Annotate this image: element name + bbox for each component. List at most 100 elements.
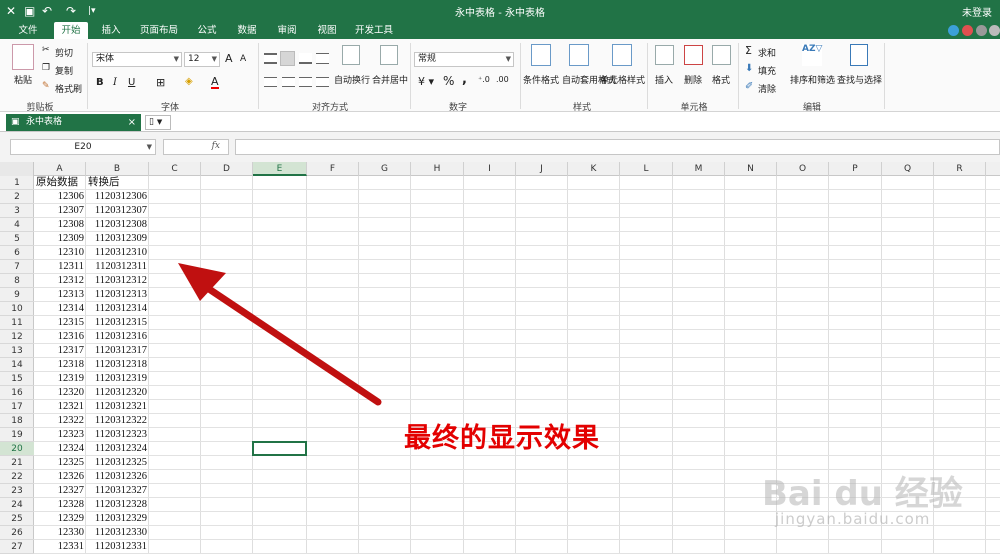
row-header-12[interactable]: 12 [0, 330, 34, 344]
row-header-20[interactable]: 20 [0, 442, 34, 456]
row-header-3[interactable]: 3 [0, 204, 34, 218]
column-header-g[interactable]: G [359, 162, 411, 176]
currency-icon[interactable]: ¥ ▾ [418, 75, 434, 88]
cell-b15[interactable]: 1120312319 [86, 372, 149, 386]
row-header-26[interactable]: 26 [0, 526, 34, 540]
formula-input[interactable] [235, 139, 1000, 155]
cell-b24[interactable]: 1120312328 [86, 498, 149, 512]
cell-a2[interactable]: 12306 [34, 190, 86, 204]
column-header-k[interactable]: K [568, 162, 620, 176]
cell-style-button[interactable]: 单元格样式 [600, 73, 645, 86]
new-document-button[interactable]: ▯ ▼ [145, 115, 171, 130]
column-header-r[interactable]: R [934, 162, 986, 176]
fill-color-icon[interactable]: ◈ [185, 76, 193, 87]
cell-b1[interactable]: 转换后 [86, 176, 149, 190]
cell-b27[interactable]: 1120312331 [86, 540, 149, 554]
cell-a3[interactable]: 12307 [34, 204, 86, 218]
paste-icon[interactable] [12, 44, 34, 70]
row-header-17[interactable]: 17 [0, 400, 34, 414]
cell-b5[interactable]: 1120312309 [86, 232, 149, 246]
cell-a24[interactable]: 12328 [34, 498, 86, 512]
select-all-corner[interactable] [0, 162, 34, 176]
conditional-format-button[interactable]: 条件格式 [523, 73, 559, 86]
row-header-15[interactable]: 15 [0, 372, 34, 386]
cell-b20[interactable]: 1120312324 [86, 442, 149, 456]
row-header-7[interactable]: 7 [0, 260, 34, 274]
column-header-a[interactable]: A [34, 162, 86, 176]
align-top-icon[interactable] [264, 53, 277, 64]
indent-icon[interactable] [316, 53, 329, 64]
document-tab[interactable]: ▣ 永中表格 × [6, 114, 141, 131]
cell-b4[interactable]: 1120312308 [86, 218, 149, 232]
row-header-5[interactable]: 5 [0, 232, 34, 246]
cell-b3[interactable]: 1120312307 [86, 204, 149, 218]
tab-page-layout[interactable]: 页面布局 [134, 22, 184, 39]
row-header-2[interactable]: 2 [0, 190, 34, 204]
fill-button[interactable]: 填充 [758, 64, 776, 77]
cell-a14[interactable]: 12318 [34, 358, 86, 372]
decrease-decimal-icon[interactable]: .00 [496, 75, 509, 84]
format-cells-icon[interactable] [712, 45, 731, 65]
cell-a15[interactable]: 12319 [34, 372, 86, 386]
login-status[interactable]: 未登录 [962, 4, 992, 19]
cell-a9[interactable]: 12313 [34, 288, 86, 302]
align-center-icon[interactable] [282, 77, 295, 87]
close-ribbon-icon[interactable] [989, 25, 1000, 36]
align-left-icon[interactable] [264, 77, 277, 87]
underline-button[interactable]: U [128, 77, 135, 88]
cell-a1[interactable]: 原始数据 [34, 176, 86, 190]
sum-icon[interactable]: Σ [745, 44, 752, 57]
cell-b7[interactable]: 1120312311 [86, 260, 149, 274]
column-header-l[interactable]: L [620, 162, 673, 176]
cell-b14[interactable]: 1120312318 [86, 358, 149, 372]
column-header-n[interactable]: N [725, 162, 777, 176]
row-header-9[interactable]: 9 [0, 288, 34, 302]
row-header-22[interactable]: 22 [0, 470, 34, 484]
sort-filter-button[interactable]: 排序和筛选 [790, 73, 835, 86]
font-color-icon[interactable]: A [211, 76, 219, 89]
cell-b19[interactable]: 1120312323 [86, 428, 149, 442]
column-header-h[interactable]: H [411, 162, 464, 176]
cell-a11[interactable]: 12315 [34, 316, 86, 330]
cell-b17[interactable]: 1120312321 [86, 400, 149, 414]
cell-b9[interactable]: 1120312313 [86, 288, 149, 302]
delete-cells-icon[interactable] [684, 45, 703, 65]
copy-button[interactable]: 复制 [55, 64, 73, 77]
copy-icon[interactable]: ❐ [42, 63, 50, 73]
cell-a6[interactable]: 12310 [34, 246, 86, 260]
fill-icon[interactable]: ⬇ [745, 63, 753, 74]
align-right-icon[interactable] [299, 77, 312, 87]
wrap-text-icon[interactable] [342, 45, 360, 65]
table-style-icon[interactable] [569, 44, 589, 66]
column-header-e[interactable]: E [253, 162, 307, 176]
row-header-8[interactable]: 8 [0, 274, 34, 288]
cell-a26[interactable]: 12330 [34, 526, 86, 540]
column-header-i[interactable]: I [464, 162, 516, 176]
percent-button[interactable]: % [443, 74, 454, 88]
clear-button[interactable]: 清除 [758, 82, 776, 95]
cell-b8[interactable]: 1120312312 [86, 274, 149, 288]
cell-b18[interactable]: 1120312322 [86, 414, 149, 428]
merge-center-icon[interactable] [380, 45, 398, 65]
column-header-f[interactable]: F [307, 162, 359, 176]
cell-b25[interactable]: 1120312329 [86, 512, 149, 526]
format-cells-button[interactable]: 格式 [712, 73, 730, 86]
insert-cells-icon[interactable] [655, 45, 674, 65]
row-header-14[interactable]: 14 [0, 358, 34, 372]
tab-insert[interactable]: 插入 [94, 22, 128, 39]
column-header-c[interactable]: C [149, 162, 201, 176]
cell-a20[interactable]: 12324 [34, 442, 86, 456]
find-select-icon[interactable] [850, 44, 868, 66]
cell-b21[interactable]: 1120312325 [86, 456, 149, 470]
cell-b22[interactable]: 1120312326 [86, 470, 149, 484]
row-header-27[interactable]: 27 [0, 540, 34, 554]
row-header-10[interactable]: 10 [0, 302, 34, 316]
tab-formulas[interactable]: 公式 [190, 22, 224, 39]
cell-a27[interactable]: 12331 [34, 540, 86, 554]
row-header-16[interactable]: 16 [0, 386, 34, 400]
column-header-b[interactable]: B [86, 162, 149, 176]
find-select-button[interactable]: 查找与选择 [837, 73, 882, 86]
column-header-o[interactable]: O [777, 162, 829, 176]
cut-button[interactable]: 剪切 [55, 46, 73, 59]
row-header-23[interactable]: 23 [0, 484, 34, 498]
